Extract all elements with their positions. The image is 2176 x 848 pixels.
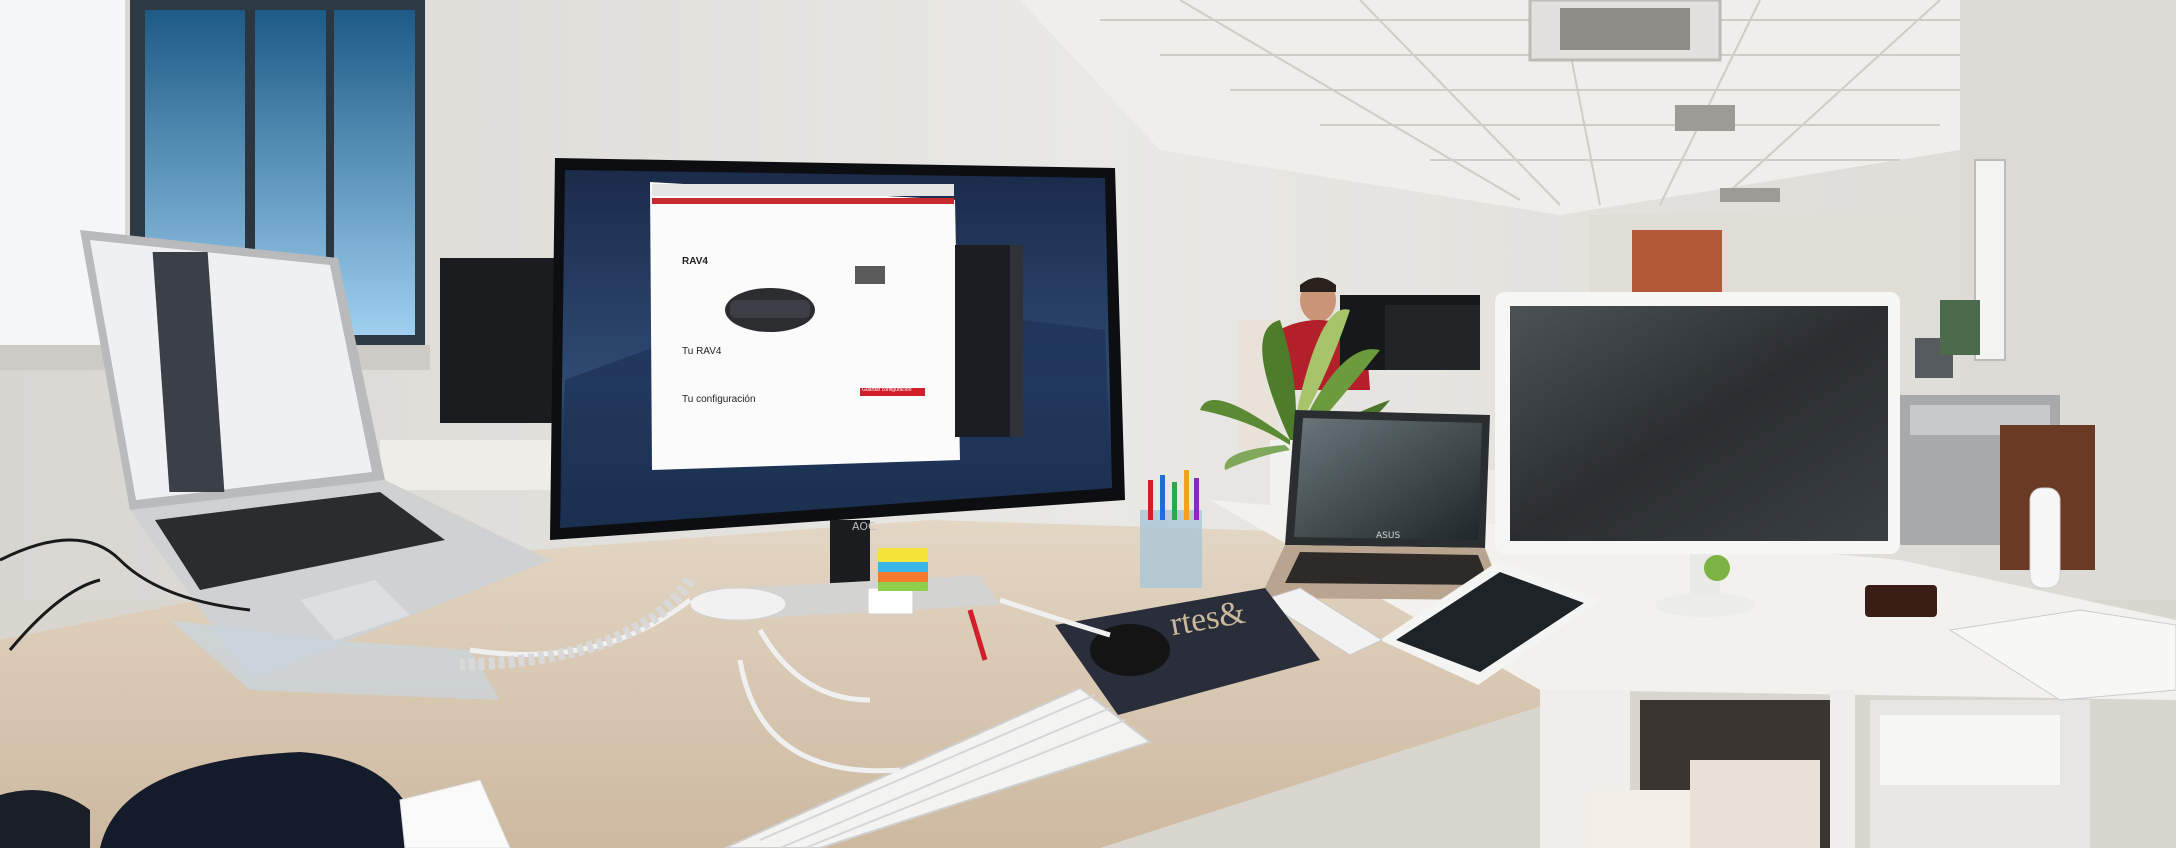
asus-laptop: [1260, 410, 1505, 600]
magazine: [1690, 760, 1820, 848]
browser-page-section: Tu configuración: [682, 394, 756, 405]
browser-cta-button[interactable]: Guardar configuración: [862, 387, 911, 393]
browser-page-subtitle: Tu RAV4: [682, 346, 722, 357]
back-monitor: [440, 258, 560, 423]
dect-phone: [2029, 487, 2061, 589]
sticky-notes: [878, 548, 928, 591]
usb-hub: [867, 587, 914, 615]
office-photo: AOC ASUS rtes& RAV4 Tu RAV4 Tu configura…: [0, 0, 2176, 848]
cabinet: [1940, 300, 1980, 355]
browser-window: [650, 182, 960, 470]
browser-page-title: RAV4: [682, 256, 708, 267]
aoc-brand-label: AOC: [852, 520, 876, 533]
ceiling-vent: [1675, 105, 1735, 131]
magic-mouse: [689, 587, 787, 621]
far-monitor-2: [1385, 305, 1480, 370]
wallet: [1865, 585, 1937, 617]
asus-brand-label: ASUS: [1376, 531, 1401, 541]
